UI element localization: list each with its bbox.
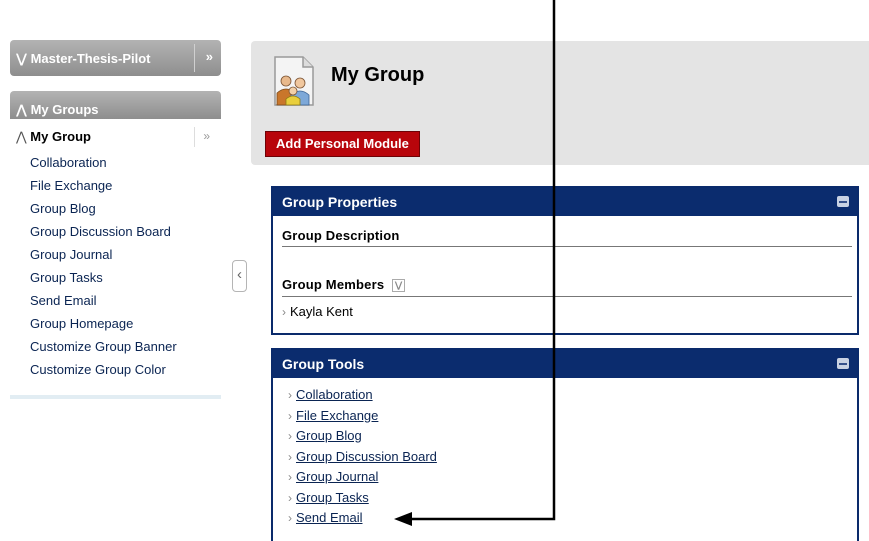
chevron-left-icon: ‹ (237, 266, 242, 283)
group-tools-module: Group Tools › Collaboration › File Exchang… (271, 348, 859, 541)
group-tools-header: Group Tools (273, 350, 857, 378)
sidebar-item-group-discussion-board[interactable]: Group Discussion Board (30, 224, 177, 247)
chevron-right-icon: › (288, 408, 292, 423)
list-item: › Send Email (288, 510, 437, 531)
double-chevron-down-icon[interactable]: ⋁ (392, 279, 406, 293)
group-menu-list: Collaboration File Exchange Group Blog G… (30, 155, 177, 385)
collapse-menu-handle[interactable]: ‹ (232, 260, 247, 292)
divider (282, 246, 852, 247)
group-tools-list: › Collaboration › File Exchange › Group Blo… (288, 387, 437, 531)
sidebar-item-send-email[interactable]: Send Email (30, 293, 177, 316)
tool-link-group-blog[interactable]: Group Blog (296, 428, 362, 443)
add-personal-module-button[interactable]: Add Personal Module (265, 131, 420, 157)
sidebar-item-group-homepage[interactable]: Group Homepage (30, 316, 177, 339)
chevron-right-icon: › (288, 470, 292, 484)
module-title: Group Tools (282, 356, 365, 372)
group-people-icon (274, 56, 314, 106)
tool-link-file-exchange[interactable]: File Exchange (296, 408, 378, 423)
tool-link-group-tasks[interactable]: Group Tasks (296, 490, 369, 505)
tool-link-group-journal[interactable]: Group Journal (296, 469, 378, 484)
tool-link-group-discussion-board[interactable]: Group Discussion Board (296, 449, 437, 464)
tool-link-collaboration[interactable]: Collaboration (296, 387, 373, 402)
list-item: › Group Blog (288, 428, 437, 449)
double-chevron-right-icon[interactable]: » (206, 49, 213, 64)
group-members-label: Group Members ⋁ (282, 277, 406, 293)
page-title: My Group (331, 64, 425, 86)
group-description-label: Group Description (282, 228, 400, 243)
course-title: ⋁ Master-Thesis-Pilot (16, 51, 151, 66)
sidebar-item-file-exchange[interactable]: File Exchange (30, 178, 177, 201)
double-chevron-up-icon: ⋀ (16, 102, 27, 117)
sidebar-item-customize-group-color[interactable]: Customize Group Color (30, 362, 177, 385)
list-item: › Collaboration (288, 387, 437, 408)
my-group-title: ⋀ My Group (16, 129, 91, 144)
sidebar-item-collaboration[interactable]: Collaboration (30, 155, 177, 178)
group-menu-panel: ⋀ My Groups ⋀ My Group » Collaboration F… (10, 91, 221, 399)
divider (194, 127, 195, 147)
sidebar-item-group-journal[interactable]: Group Journal (30, 247, 177, 270)
sidebar-item-group-tasks[interactable]: Group Tasks (30, 270, 177, 293)
divider (194, 44, 195, 72)
group-properties-header: Group Properties (273, 188, 857, 216)
minimize-icon[interactable] (837, 196, 849, 207)
my-group-header[interactable]: ⋀ My Group » (16, 127, 216, 147)
chevron-right-icon: › (288, 490, 292, 505)
page-header: My Group Add Personal Module (251, 41, 869, 165)
list-item: › Group Discussion Board (288, 449, 437, 470)
list-item: › Group Tasks (288, 490, 437, 511)
tool-link-send-email[interactable]: Send Email (296, 510, 362, 525)
course-menu-header[interactable]: ⋁ Master-Thesis-Pilot » (10, 40, 221, 76)
sidebar-item-group-blog[interactable]: Group Blog (30, 201, 177, 224)
double-chevron-right-icon[interactable]: » (203, 129, 210, 143)
chevron-right-icon: › (288, 511, 292, 525)
chevron-right-icon: › (288, 388, 292, 402)
group-properties-module: Group Properties Group Description Group… (271, 186, 859, 335)
minimize-icon[interactable] (837, 358, 849, 369)
list-item: › Group Journal (288, 469, 437, 490)
chevron-right-icon: › (288, 429, 292, 443)
double-chevron-down-icon: ⋁ (16, 51, 27, 66)
sidebar-item-customize-group-banner[interactable]: Customize Group Banner (30, 339, 177, 362)
chevron-right-icon: › (282, 305, 286, 319)
list-item: › File Exchange (288, 408, 437, 429)
module-title: Group Properties (282, 194, 398, 210)
my-groups-title: ⋀ My Groups (16, 102, 99, 117)
my-groups-header[interactable]: ⋀ My Groups (10, 91, 221, 119)
member-item: › Kayla Kent (282, 304, 353, 319)
chevron-right-icon: › (288, 449, 292, 464)
divider (282, 296, 852, 297)
double-chevron-up-icon: ⋀ (16, 129, 27, 144)
